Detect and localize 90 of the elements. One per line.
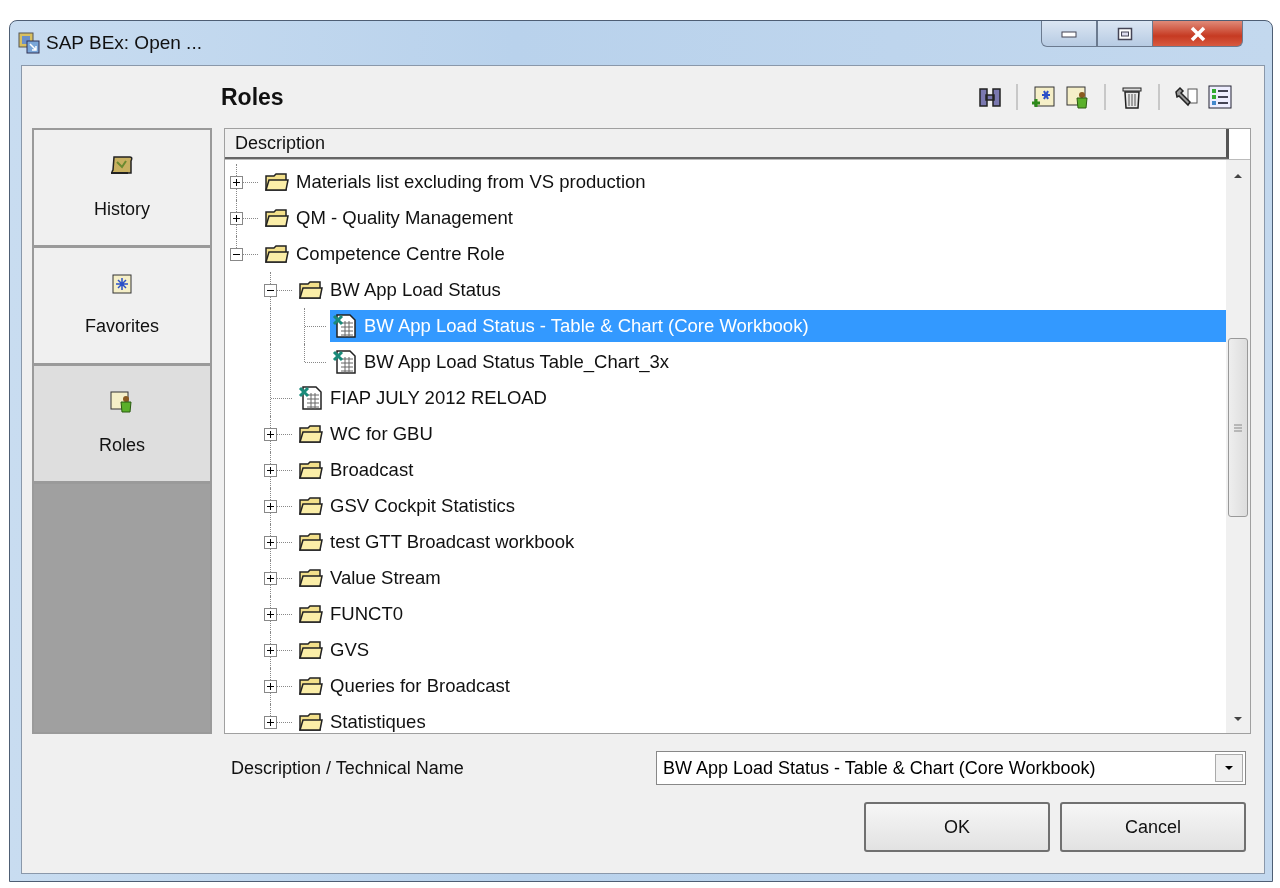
expand-icon[interactable]	[264, 679, 277, 693]
scroll-up-icon[interactable]	[1232, 172, 1244, 180]
app-icon	[18, 32, 40, 54]
tree-item[interactable]: Statistiques	[296, 704, 1226, 733]
item-label: BW App Load Status Table_Chart_3x	[364, 351, 670, 373]
tree-item[interactable]: Competence Centre Role	[262, 236, 1226, 272]
expand-icon[interactable]	[230, 211, 243, 225]
tree-item[interactable]: QM - Quality Management	[262, 200, 1226, 236]
item-label: Materials list excluding from VS production	[296, 171, 646, 193]
tree-item[interactable]: Materials list excluding from VS production	[262, 164, 1226, 200]
folder-icon	[298, 639, 324, 661]
tree-item[interactable]: test GTT Broadcast workbook	[296, 524, 1226, 560]
folder-icon	[298, 495, 324, 517]
tree-item[interactable]: Broadcast	[296, 452, 1226, 488]
item-label: Statistiques	[330, 711, 426, 733]
tree-item[interactable]: FIAP JULY 2012 RELOAD	[296, 380, 1226, 416]
workbook-icon	[298, 385, 324, 411]
folder-icon	[298, 675, 324, 697]
caret-icon	[1223, 764, 1235, 772]
close-button[interactable]	[1153, 21, 1243, 47]
collapse-icon[interactable]	[230, 247, 243, 261]
item-label: Broadcast	[330, 459, 414, 481]
name-combobox[interactable]: BW App Load Status - Table & Chart (Core Workbook)	[656, 751, 1246, 785]
folder-icon	[298, 423, 324, 445]
tree-item[interactable]: WC for GBU	[296, 416, 1226, 452]
field-label: Description / Technical Name	[231, 757, 464, 779]
folder-icon	[298, 711, 324, 733]
star-icon	[112, 274, 132, 294]
maximize-button[interactable]	[1097, 21, 1153, 47]
tree-item[interactable]: BW App Load Status	[296, 272, 1226, 308]
tree-item[interactable]: Queries for Broadcast	[296, 668, 1226, 704]
expand-icon[interactable]	[264, 571, 277, 585]
folder-icon	[298, 279, 324, 301]
item-label: WC for GBU	[330, 423, 433, 445]
dialog-button[interactable]: OK	[864, 802, 1050, 852]
scroll-icon	[110, 155, 134, 177]
folder-icon	[298, 459, 324, 481]
column-header[interactable]: Description	[225, 129, 1229, 159]
expand-icon[interactable]	[264, 643, 277, 657]
folder-icon	[264, 171, 290, 193]
role-icon	[110, 391, 134, 413]
minimize-button[interactable]	[1041, 21, 1097, 47]
folder-icon	[264, 243, 290, 265]
workbook-icon	[332, 313, 358, 339]
sidebar-tab[interactable]: Roles	[34, 366, 210, 484]
item-label: BW App Load Status - Table & Chart (Core Workbook)	[364, 315, 809, 337]
item-label: BW App Load Status	[330, 279, 501, 301]
workbook-icon	[332, 349, 358, 375]
expand-icon[interactable]	[264, 535, 277, 549]
delete-icon[interactable]	[1119, 84, 1145, 110]
scrollbar[interactable]	[1226, 160, 1250, 733]
dialog-button[interactable]: Cancel	[1060, 802, 1246, 852]
scroll-thumb[interactable]	[1228, 338, 1248, 517]
tree-item[interactable]: BW App Load Status Table_Chart_3x	[330, 344, 1226, 380]
item-label: QM - Quality Management	[296, 207, 513, 229]
maximize-icon	[1117, 26, 1133, 41]
expand-icon[interactable]	[264, 463, 277, 477]
folder-icon	[298, 567, 324, 589]
item-label: FIAP JULY 2012 RELOAD	[330, 387, 547, 409]
add-favorite-icon[interactable]	[1031, 84, 1057, 110]
section-title: Roles	[221, 83, 284, 111]
expand-icon[interactable]	[264, 499, 277, 513]
minimize-icon	[1061, 29, 1077, 38]
window-title: SAP BEx: Open ...	[46, 32, 202, 54]
expand-icon[interactable]	[264, 427, 277, 441]
item-label: Competence Centre Role	[296, 243, 505, 265]
item-label: GVS	[330, 639, 370, 661]
dropdown-button[interactable]	[1215, 754, 1243, 782]
item-label: Queries for Broadcast	[330, 675, 510, 697]
item-label: FUNCT0	[330, 603, 403, 625]
tree-item[interactable]: GSV Cockpit Statistics	[296, 488, 1226, 524]
item-label: GSV Cockpit Statistics	[330, 495, 516, 517]
expand-icon[interactable]	[230, 175, 243, 189]
folder-icon	[264, 207, 290, 229]
tree-item[interactable]: FUNCT0	[296, 596, 1226, 632]
folder-icon	[298, 603, 324, 625]
details-icon[interactable]	[1207, 84, 1233, 110]
tree-item[interactable]: GVS	[296, 632, 1226, 668]
expand-icon[interactable]	[264, 715, 277, 729]
sidebar-tab[interactable]: Favorites	[34, 248, 210, 366]
folder-icon	[298, 531, 324, 553]
expand-icon[interactable]	[264, 607, 277, 621]
item-label: Value Stream	[330, 567, 441, 589]
sidebar-tab[interactable]: History	[34, 130, 210, 248]
scroll-down-icon[interactable]	[1232, 715, 1244, 723]
tree-item[interactable]: Value Stream	[296, 560, 1226, 596]
role-icon[interactable]	[1065, 84, 1091, 110]
close-icon	[1188, 25, 1207, 42]
item-label: test GTT Broadcast workbook	[330, 531, 575, 553]
collapse-icon[interactable]	[264, 283, 277, 297]
